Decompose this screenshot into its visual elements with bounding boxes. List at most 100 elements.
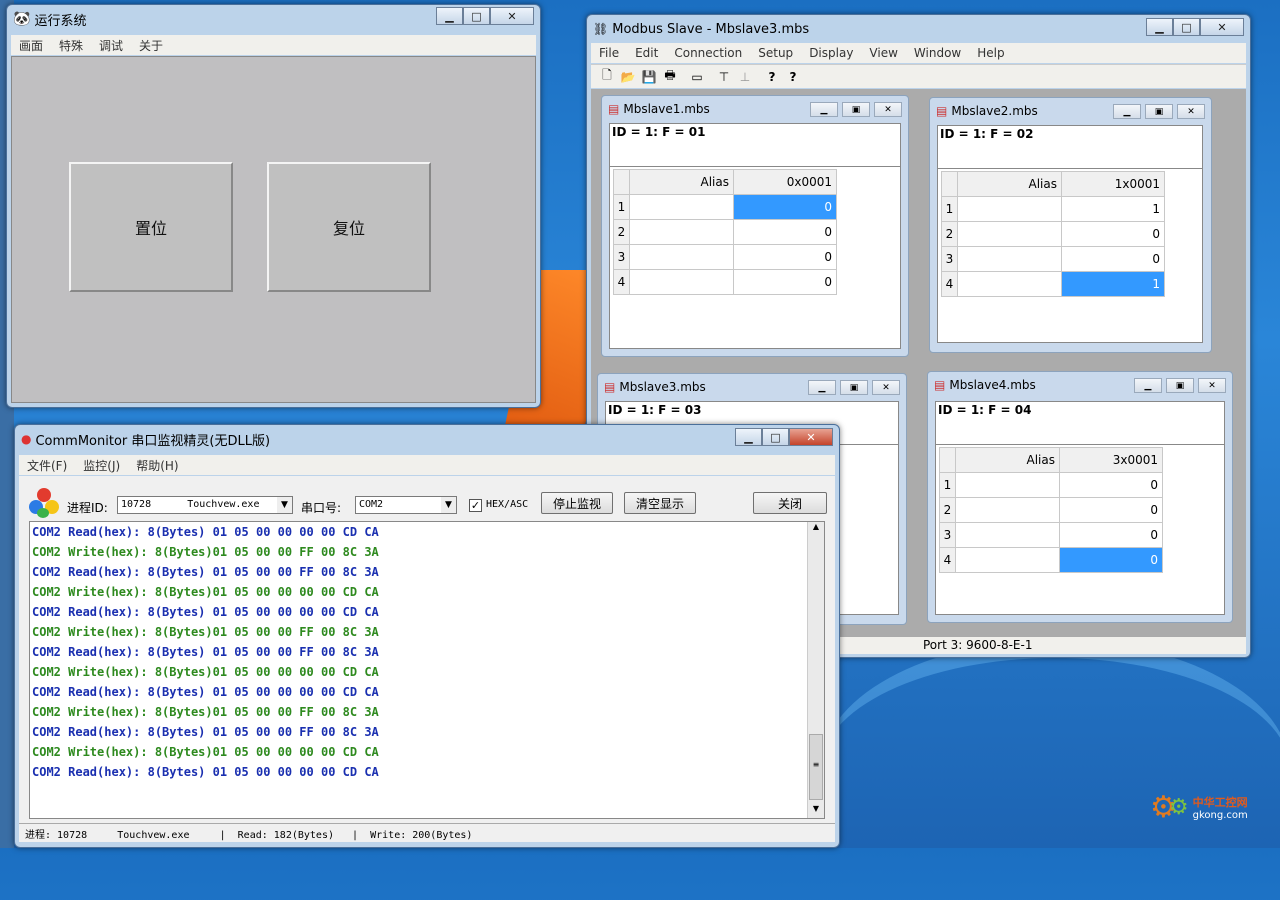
window-controls: ▁ □ ✕ (735, 428, 833, 446)
help-icon[interactable]: ? (762, 67, 782, 87)
stop-monitor-button[interactable]: 停止监视 (541, 492, 613, 514)
value-cell[interactable]: 0 (733, 244, 837, 270)
menu-item-help[interactable]: 帮助(H) (128, 457, 186, 474)
modbus-toolbar: 🗋 📂 💾 🖶 ▭ ⊤ ⊥ ? ? (591, 64, 1246, 88)
menu-item-connection[interactable]: Connection (666, 46, 750, 60)
chevron-down-icon[interactable]: ▼ (277, 497, 292, 513)
minimize-button[interactable]: ▁ (735, 428, 762, 446)
register-table: Alias 3x0001 1 0 2 0 3 0 4 0 (939, 447, 1163, 573)
id-line: ID = 1: F = 04 (938, 403, 1032, 417)
close-button[interactable]: ✕ (490, 7, 534, 25)
maximize-button[interactable]: □ (1173, 18, 1200, 36)
open-folder-icon[interactable]: 📂 (618, 67, 638, 87)
context-help-icon[interactable]: ? (783, 67, 803, 87)
minimize-button[interactable]: ▁ (1134, 378, 1162, 393)
value-cell[interactable]: 0 (733, 219, 837, 245)
minimize-button[interactable]: ▁ (808, 380, 836, 395)
scroll-down-icon[interactable]: ▼ (808, 804, 824, 818)
close-button[interactable]: ✕ (789, 428, 833, 446)
menu-item-screen[interactable]: 画面 (11, 37, 51, 54)
commmonitor-titlebar[interactable]: ● CommMonitor 串口监视精灵(无DLL版) (15, 425, 839, 453)
document-icon: ▤ (934, 378, 946, 392)
menu-item-display[interactable]: Display (801, 46, 861, 60)
close-button[interactable]: ✕ (1177, 104, 1205, 119)
value-cell[interactable]: 0 (1059, 472, 1163, 498)
window-icon[interactable]: ▭ (687, 67, 707, 87)
close-button[interactable]: ✕ (1198, 378, 1226, 393)
menu-item-help[interactable]: Help (969, 46, 1012, 60)
menu-item-file[interactable]: File (591, 46, 627, 60)
value-cell[interactable]: 0 (1059, 522, 1163, 548)
alias-cell[interactable] (955, 522, 1060, 548)
window-title: CommMonitor 串口监视精灵(无DLL版) (35, 433, 271, 449)
reset-button[interactable]: 复位 (267, 162, 431, 292)
connect-icon[interactable]: ⊤ (714, 67, 734, 87)
value-cell[interactable]: 0 (733, 194, 837, 220)
chevron-down-icon[interactable]: ▼ (441, 497, 456, 513)
alias-cell[interactable] (629, 194, 734, 220)
vertical-scrollbar[interactable]: ▲ ≡ ▼ (807, 522, 824, 818)
save-icon[interactable]: 💾 (639, 67, 659, 87)
document-icon: ▤ (608, 102, 620, 116)
minimize-button[interactable]: ▁ (436, 7, 463, 25)
child-title[interactable]: ▤ Mbslave1.mbs (608, 102, 710, 116)
menu-item-file[interactable]: 文件(F) (19, 457, 75, 474)
hex-checkbox[interactable]: ✓ (469, 499, 482, 512)
value-cell[interactable]: 0 (1059, 547, 1163, 573)
alias-cell[interactable] (955, 472, 1060, 498)
value-cell[interactable]: 0 (733, 269, 837, 295)
comm-status-bar: 进程: 10728 Touchvew.exe | Read: 182(Bytes… (19, 823, 835, 841)
new-file-icon[interactable]: 🗋 (597, 67, 617, 87)
menu-item-monitor[interactable]: 监控(J) (75, 457, 128, 474)
set-button[interactable]: 置位 (69, 162, 233, 292)
value-cell[interactable]: 0 (1061, 246, 1165, 272)
pid-select[interactable]: 10728 Touchvew.exe (117, 496, 293, 514)
child-title[interactable]: ▤ Mbslave2.mbs (936, 104, 1038, 118)
menu-item-about[interactable]: 关于 (131, 37, 171, 54)
row-number: 2 (613, 219, 630, 245)
alias-cell[interactable] (957, 221, 1062, 247)
alias-cell[interactable] (629, 269, 734, 295)
alias-cell[interactable] (629, 244, 734, 270)
child-title[interactable]: ▤ Mbslave3.mbs (604, 380, 706, 394)
log-line: COM2 Read(hex): 8(Bytes) 01 05 00 00 00 … (32, 525, 379, 539)
value-cell[interactable]: 0 (1059, 497, 1163, 523)
maximize-button[interactable]: □ (463, 7, 490, 25)
document-icon: ▤ (936, 104, 948, 118)
menu-item-edit[interactable]: Edit (627, 46, 666, 60)
maximize-button[interactable]: ▣ (840, 380, 868, 395)
value-cell[interactable]: 1 (1061, 271, 1165, 297)
log-panel[interactable]: COM2 Read(hex): 8(Bytes) 01 05 00 00 00 … (29, 521, 825, 819)
minimize-button[interactable]: ▁ (810, 102, 838, 117)
disconnect-icon[interactable]: ⊥ (735, 67, 755, 87)
alias-cell[interactable] (629, 219, 734, 245)
menu-item-debug[interactable]: 调试 (91, 37, 131, 54)
alias-cell[interactable] (957, 271, 1062, 297)
alias-cell[interactable] (955, 497, 1060, 523)
child-title[interactable]: ▤ Mbslave4.mbs (934, 378, 1036, 392)
alias-cell[interactable] (957, 196, 1062, 222)
menu-item-setup[interactable]: Setup (750, 46, 801, 60)
close-button[interactable]: ✕ (1200, 18, 1244, 36)
menu-item-special[interactable]: 特殊 (51, 37, 91, 54)
scroll-thumb[interactable]: ≡ (809, 734, 823, 800)
scroll-up-icon[interactable]: ▲ (808, 522, 824, 536)
value-cell[interactable]: 0 (1061, 221, 1165, 247)
close-button[interactable]: ✕ (872, 380, 900, 395)
close-button[interactable]: ✕ (874, 102, 902, 117)
print-icon[interactable]: 🖶 (660, 67, 680, 87)
run-canvas: 置位 复位 (11, 56, 536, 403)
maximize-button[interactable]: ▣ (842, 102, 870, 117)
alias-cell[interactable] (957, 246, 1062, 272)
maximize-button[interactable]: ▣ (1166, 378, 1194, 393)
maximize-button[interactable]: ▣ (1145, 104, 1173, 119)
minimize-button[interactable]: ▁ (1146, 18, 1173, 36)
menu-item-window[interactable]: Window (906, 46, 969, 60)
value-cell[interactable]: 1 (1061, 196, 1165, 222)
menu-item-view[interactable]: View (861, 46, 905, 60)
close-monitor-button[interactable]: 关闭 (753, 492, 827, 514)
maximize-button[interactable]: □ (762, 428, 789, 446)
minimize-button[interactable]: ▁ (1113, 104, 1141, 119)
alias-cell[interactable] (955, 547, 1060, 573)
clear-display-button[interactable]: 清空显示 (624, 492, 696, 514)
